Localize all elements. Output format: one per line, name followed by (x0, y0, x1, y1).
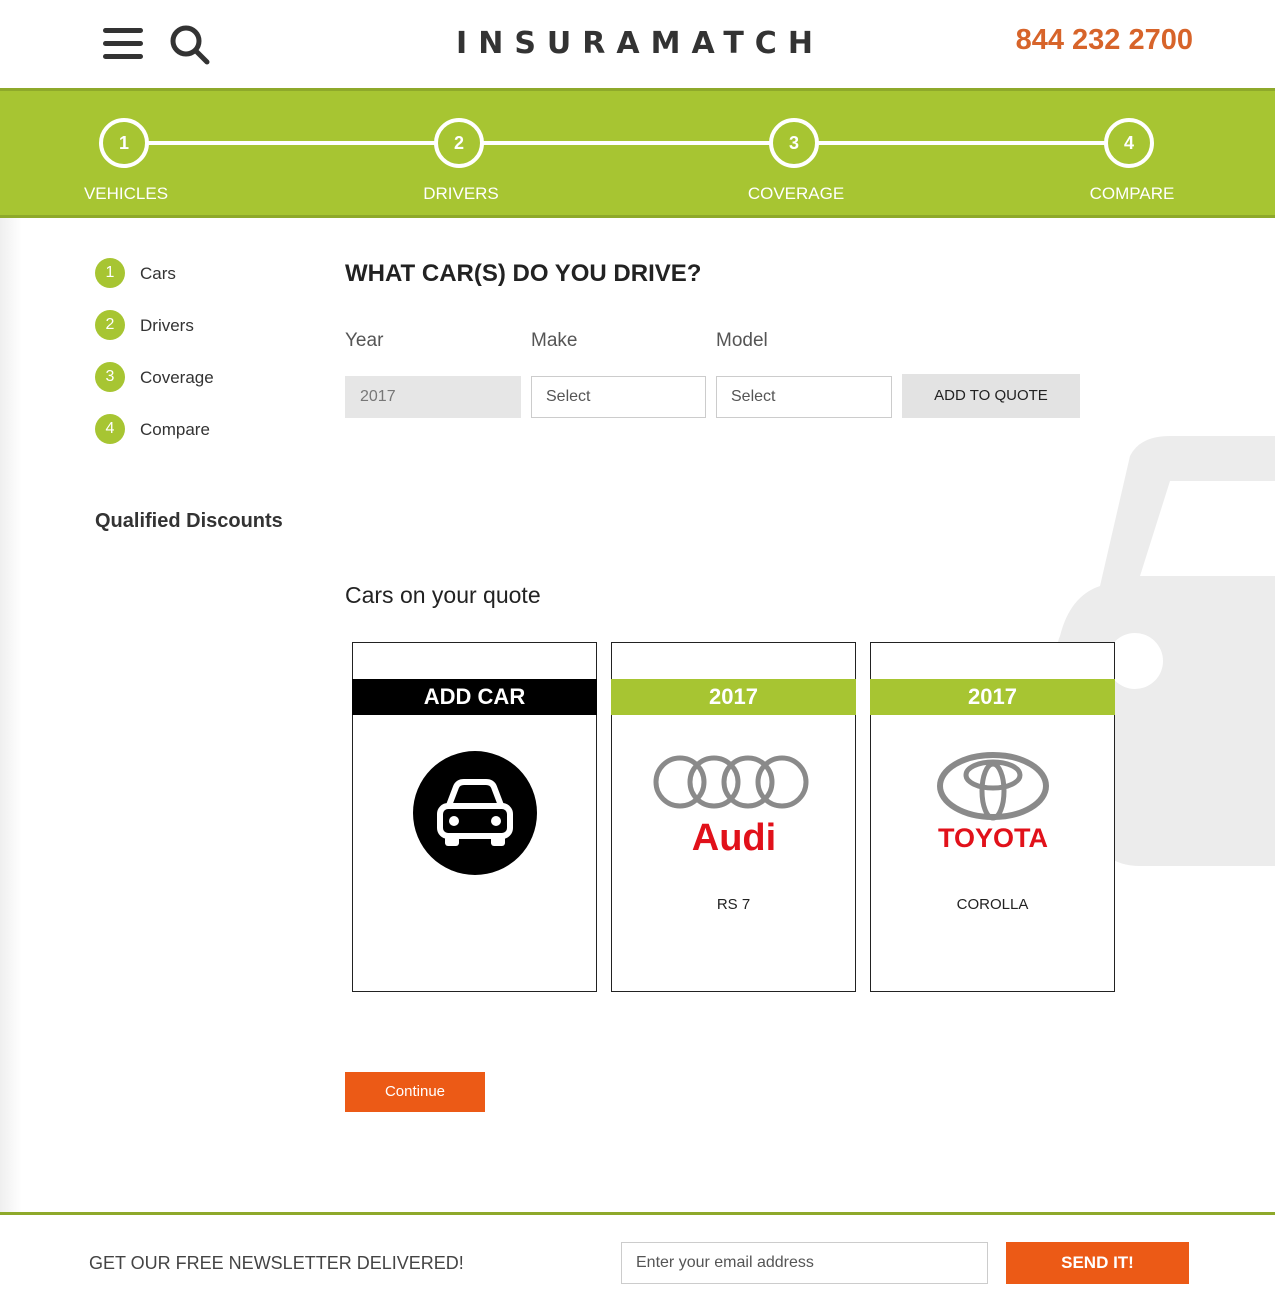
step-coverage-label[interactable]: COVERAGE (716, 184, 876, 204)
sidebar-item-label: Coverage (140, 368, 214, 387)
car-icon (413, 751, 537, 875)
sidebar-item-cars[interactable]: 1 Cars (95, 258, 315, 310)
car-year-badge: 2017 (870, 679, 1115, 715)
site-logo[interactable]: INSURAMATCH (440, 26, 840, 61)
car-card-audi[interactable]: 2017 Audi RS 7 (611, 642, 856, 992)
sidebar-item-compare[interactable]: 4 Compare (95, 414, 315, 466)
cars-on-quote-heading: Cars on your quote (345, 582, 541, 608)
step-2-circle[interactable]: 2 (434, 118, 484, 168)
step-1-circle[interactable]: 1 (99, 118, 149, 168)
make-label: Make (531, 330, 578, 351)
step-4-circle[interactable]: 4 (1104, 118, 1154, 168)
sidebar-nav: 1 Cars 2 Drivers 3 Coverage 4 Compare (95, 258, 315, 466)
sidebar-step-number: 2 (95, 310, 125, 340)
car-model-label: RS 7 (716, 896, 751, 913)
sidebar-item-coverage[interactable]: 3 Coverage (95, 362, 315, 414)
car-year-badge: 2017 (611, 679, 856, 715)
site-header: INSURAMATCH 844 232 2700 (0, 0, 1275, 88)
toyota-wordmark: TOYOTA (938, 823, 1048, 853)
progress-steps: 1 2 3 4 VEHICLES DRIVERS COVERAGE COMPAR… (0, 88, 1275, 218)
step-3-circle[interactable]: 3 (769, 118, 819, 168)
hamburger-menu-icon[interactable] (103, 26, 145, 60)
audi-rings-icon (653, 755, 809, 809)
email-input[interactable]: Enter your email address (621, 1242, 988, 1284)
make-select[interactable]: Select (531, 376, 706, 418)
sidebar-step-number: 4 (95, 414, 125, 444)
newsletter-text: GET OUR FREE NEWSLETTER DELIVERED! (89, 1253, 464, 1273)
sidebar-item-drivers[interactable]: 2 Drivers (95, 310, 315, 362)
qualified-discounts-heading: Qualified Discounts (95, 510, 283, 532)
sidebar-step-number: 3 (95, 362, 125, 392)
send-button[interactable]: SEND IT! (1006, 1242, 1189, 1284)
year-select[interactable]: 2017 (345, 376, 521, 418)
page-title: WHAT CAR(S) DO YOU DRIVE? (345, 260, 702, 287)
car-model-label: COROLLA (956, 896, 1029, 913)
step-vehicles-label[interactable]: VEHICLES (46, 184, 206, 204)
add-to-quote-button[interactable]: ADD TO QUOTE (902, 374, 1080, 418)
toyota-emblem-icon (937, 752, 1049, 821)
step-compare-label[interactable]: COMPARE (1052, 184, 1212, 204)
sidebar-step-number: 1 (95, 258, 125, 288)
phone-number-link[interactable]: 844 232 2700 (1016, 24, 1193, 57)
add-car-card[interactable]: ADD CAR (352, 642, 597, 992)
model-select[interactable]: Select (716, 376, 892, 418)
audi-wordmark: Audi (692, 817, 776, 856)
svg-text:TOYOTA: TOYOTA (938, 823, 1048, 853)
svg-text:Audi: Audi (692, 817, 776, 856)
year-label: Year (345, 330, 384, 351)
progress-line (124, 141, 1130, 145)
newsletter-footer: GET OUR FREE NEWSLETTER DELIVERED! Enter… (0, 1212, 1275, 1297)
car-card-toyota[interactable]: 2017 TOYOTA COROLLA (870, 642, 1115, 992)
continue-button[interactable]: Continue (345, 1072, 485, 1112)
sidebar-item-label: Compare (140, 420, 210, 439)
sidebar-item-label: Drivers (140, 316, 194, 335)
sidebar-item-label: Cars (140, 264, 176, 283)
step-drivers-label[interactable]: DRIVERS (381, 184, 541, 204)
page-shadow (0, 88, 22, 1213)
model-label: Model (716, 330, 768, 351)
search-icon[interactable] (168, 22, 212, 66)
add-car-label: ADD CAR (352, 679, 597, 715)
